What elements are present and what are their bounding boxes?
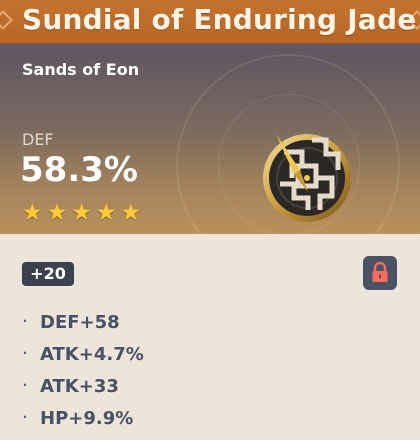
star-icon: ★ [71, 200, 92, 226]
level-badge: +20 [22, 262, 74, 286]
star-icon: ★ [46, 200, 68, 226]
substat-item: · DEF+58 [22, 306, 144, 338]
bullet-icon: · [22, 343, 28, 364]
bullet-icon: · [22, 375, 28, 396]
title-bar: Sundial of Enduring Jade [0, 0, 420, 44]
lock-button[interactable] [363, 256, 397, 290]
substat-text: DEF+58 [40, 311, 120, 333]
main-stat-label: DEF [22, 130, 54, 149]
main-stat-value: 58.3% [20, 150, 138, 190]
artifact-header-panel: Sands of Eon DEF 58.3% ★ ★ ★ ★ ★ [0, 44, 420, 278]
substat-text: ATK+33 [40, 375, 119, 397]
substat-text: ATK+4.7% [40, 343, 144, 365]
lock-icon [372, 261, 388, 282]
artifact-slot-name: Sands of Eon [22, 60, 140, 79]
substat-text: HP+9.9% [40, 407, 134, 429]
substat-item: · HP+9.9% [22, 402, 144, 434]
artifact-name: Sundial of Enduring Jade [22, 3, 417, 36]
substat-item: · ATK+33 [22, 370, 144, 402]
title-ornament-left [0, 10, 13, 30]
rarity-stars: ★ ★ ★ ★ ★ [22, 202, 141, 225]
star-icon: ★ [22, 200, 43, 226]
artifact-details-panel: +20 · DEF+58 · ATK+4.7% · ATK+33 · HP+9.… [0, 234, 420, 440]
artifact-card: Sundial of Enduring Jade Sands of Eon DE… [0, 0, 420, 440]
star-icon: ★ [95, 200, 117, 226]
bullet-icon: · [22, 311, 28, 332]
sundial-artifact-icon [263, 134, 351, 222]
substat-item: · ATK+4.7% [22, 338, 144, 370]
star-icon: ★ [120, 200, 142, 226]
substat-list: · DEF+58 · ATK+4.7% · ATK+33 · HP+9.9% [22, 306, 144, 434]
bullet-icon: · [22, 407, 28, 428]
